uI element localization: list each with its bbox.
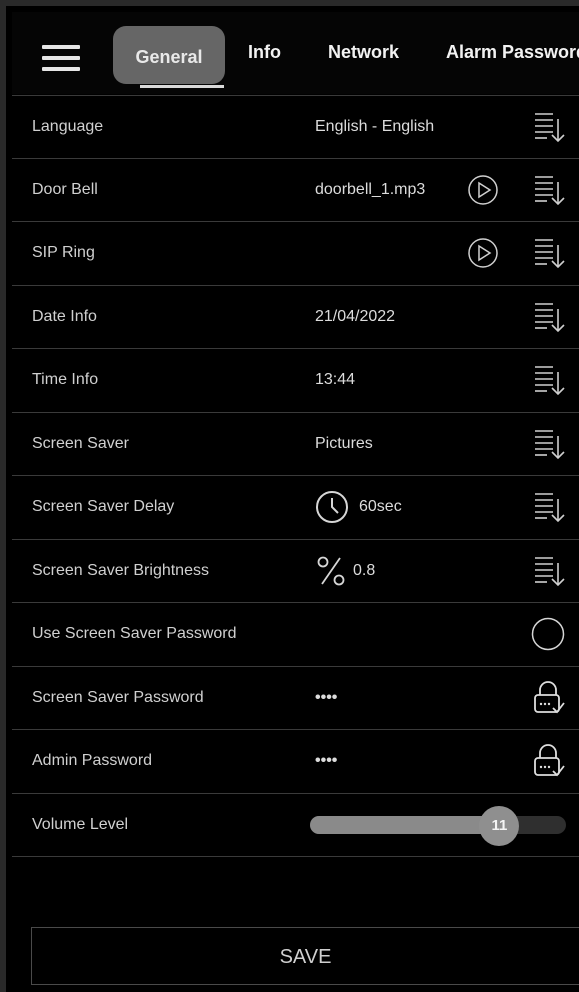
- play-icon[interactable]: [467, 237, 499, 269]
- setting-row-admin-password: Admin Password ••••: [12, 730, 579, 794]
- list-select-icon[interactable]: [531, 426, 565, 462]
- list-select-icon[interactable]: [531, 299, 565, 335]
- setting-row-door-bell: Door Bell doorbell_1.mp3: [12, 159, 579, 222]
- tab-general-underline: [140, 85, 224, 88]
- setting-row-screen-saver: Screen Saver Pictures: [12, 413, 579, 476]
- list-select-icon[interactable]: [531, 553, 565, 589]
- top-bar: General Info Network Alarm Password: [12, 12, 579, 94]
- admin-password-label: Admin Password: [32, 752, 153, 770]
- list-select-icon[interactable]: [531, 235, 565, 271]
- date-info-value: 21/04/2022: [315, 307, 396, 325]
- list-select-icon[interactable]: [531, 362, 565, 398]
- settings-list: Language English - English Door Bell doo…: [12, 95, 579, 857]
- toggle-off-icon[interactable]: [531, 617, 565, 651]
- setting-row-screen-saver-brightness: Screen Saver Brightness 0.8: [12, 540, 579, 603]
- volume-slider-thumb[interactable]: 11: [479, 805, 520, 846]
- screen-saver-value: Pictures: [315, 434, 373, 452]
- list-select-icon[interactable]: [531, 489, 565, 525]
- tab-network[interactable]: Network: [328, 42, 399, 63]
- tab-info[interactable]: Info: [248, 42, 281, 63]
- screen-saver-delay-value: 60sec: [359, 498, 402, 516]
- setting-row-date-info: Date Info 21/04/2022: [12, 286, 579, 349]
- setting-row-use-screen-saver-password: Use Screen Saver Password: [12, 603, 579, 667]
- clock-icon: [316, 491, 348, 524]
- list-select-icon[interactable]: [531, 109, 565, 145]
- tab-general[interactable]: General: [113, 26, 225, 84]
- setting-row-language: Language English - English: [12, 95, 579, 159]
- setting-row-volume-level: Volume Level 11: [12, 794, 579, 857]
- save-button[interactable]: SAVE: [31, 927, 579, 985]
- time-info-value: 13:44: [315, 371, 356, 389]
- screen-saver-delay-label: Screen Saver Delay: [32, 498, 175, 516]
- date-info-label: Date Info: [32, 307, 97, 325]
- volume-level-label: Volume Level: [32, 815, 129, 833]
- menu-icon[interactable]: [42, 45, 80, 73]
- use-screen-saver-password-label: Use Screen Saver Password: [32, 625, 237, 643]
- play-icon[interactable]: [467, 174, 499, 206]
- door-bell-label: Door Bell: [32, 180, 98, 198]
- screen-saver-label: Screen Saver: [32, 434, 129, 452]
- screen-saver-password-value: ••••: [315, 688, 338, 706]
- door-bell-value: doorbell_1.mp3: [315, 180, 426, 198]
- setting-row-time-info: Time Info 13:44: [12, 349, 579, 413]
- admin-password-value: ••••: [315, 752, 338, 770]
- percent-icon: [317, 556, 345, 586]
- lock-icon[interactable]: [531, 680, 565, 716]
- setting-row-screen-saver-password: Screen Saver Password ••••: [12, 667, 579, 730]
- tab-alarm-password[interactable]: Alarm Password: [446, 42, 579, 63]
- list-select-icon[interactable]: [531, 172, 565, 208]
- app-window: General Info Network Alarm Password Lang…: [0, 0, 579, 992]
- language-value: English - English: [315, 117, 435, 135]
- sip-ring-label: SIP Ring: [32, 244, 95, 262]
- lock-icon[interactable]: [531, 743, 565, 779]
- language-label: Language: [32, 117, 104, 135]
- screen-saver-brightness-value-group: 0.8: [315, 554, 375, 588]
- setting-row-sip-ring: SIP Ring: [12, 222, 579, 286]
- volume-slider[interactable]: 11: [310, 805, 566, 846]
- screen-saver-password-label: Screen Saver Password: [32, 688, 204, 706]
- time-info-label: Time Info: [32, 371, 99, 389]
- screen-saver-brightness-label: Screen Saver Brightness: [32, 561, 209, 579]
- setting-row-screen-saver-delay: Screen Saver Delay 60sec: [12, 476, 579, 540]
- volume-slider-fill: [310, 815, 500, 834]
- screen-saver-brightness-value: 0.8: [353, 561, 376, 579]
- screen-saver-delay-value-group: 60sec: [315, 490, 402, 524]
